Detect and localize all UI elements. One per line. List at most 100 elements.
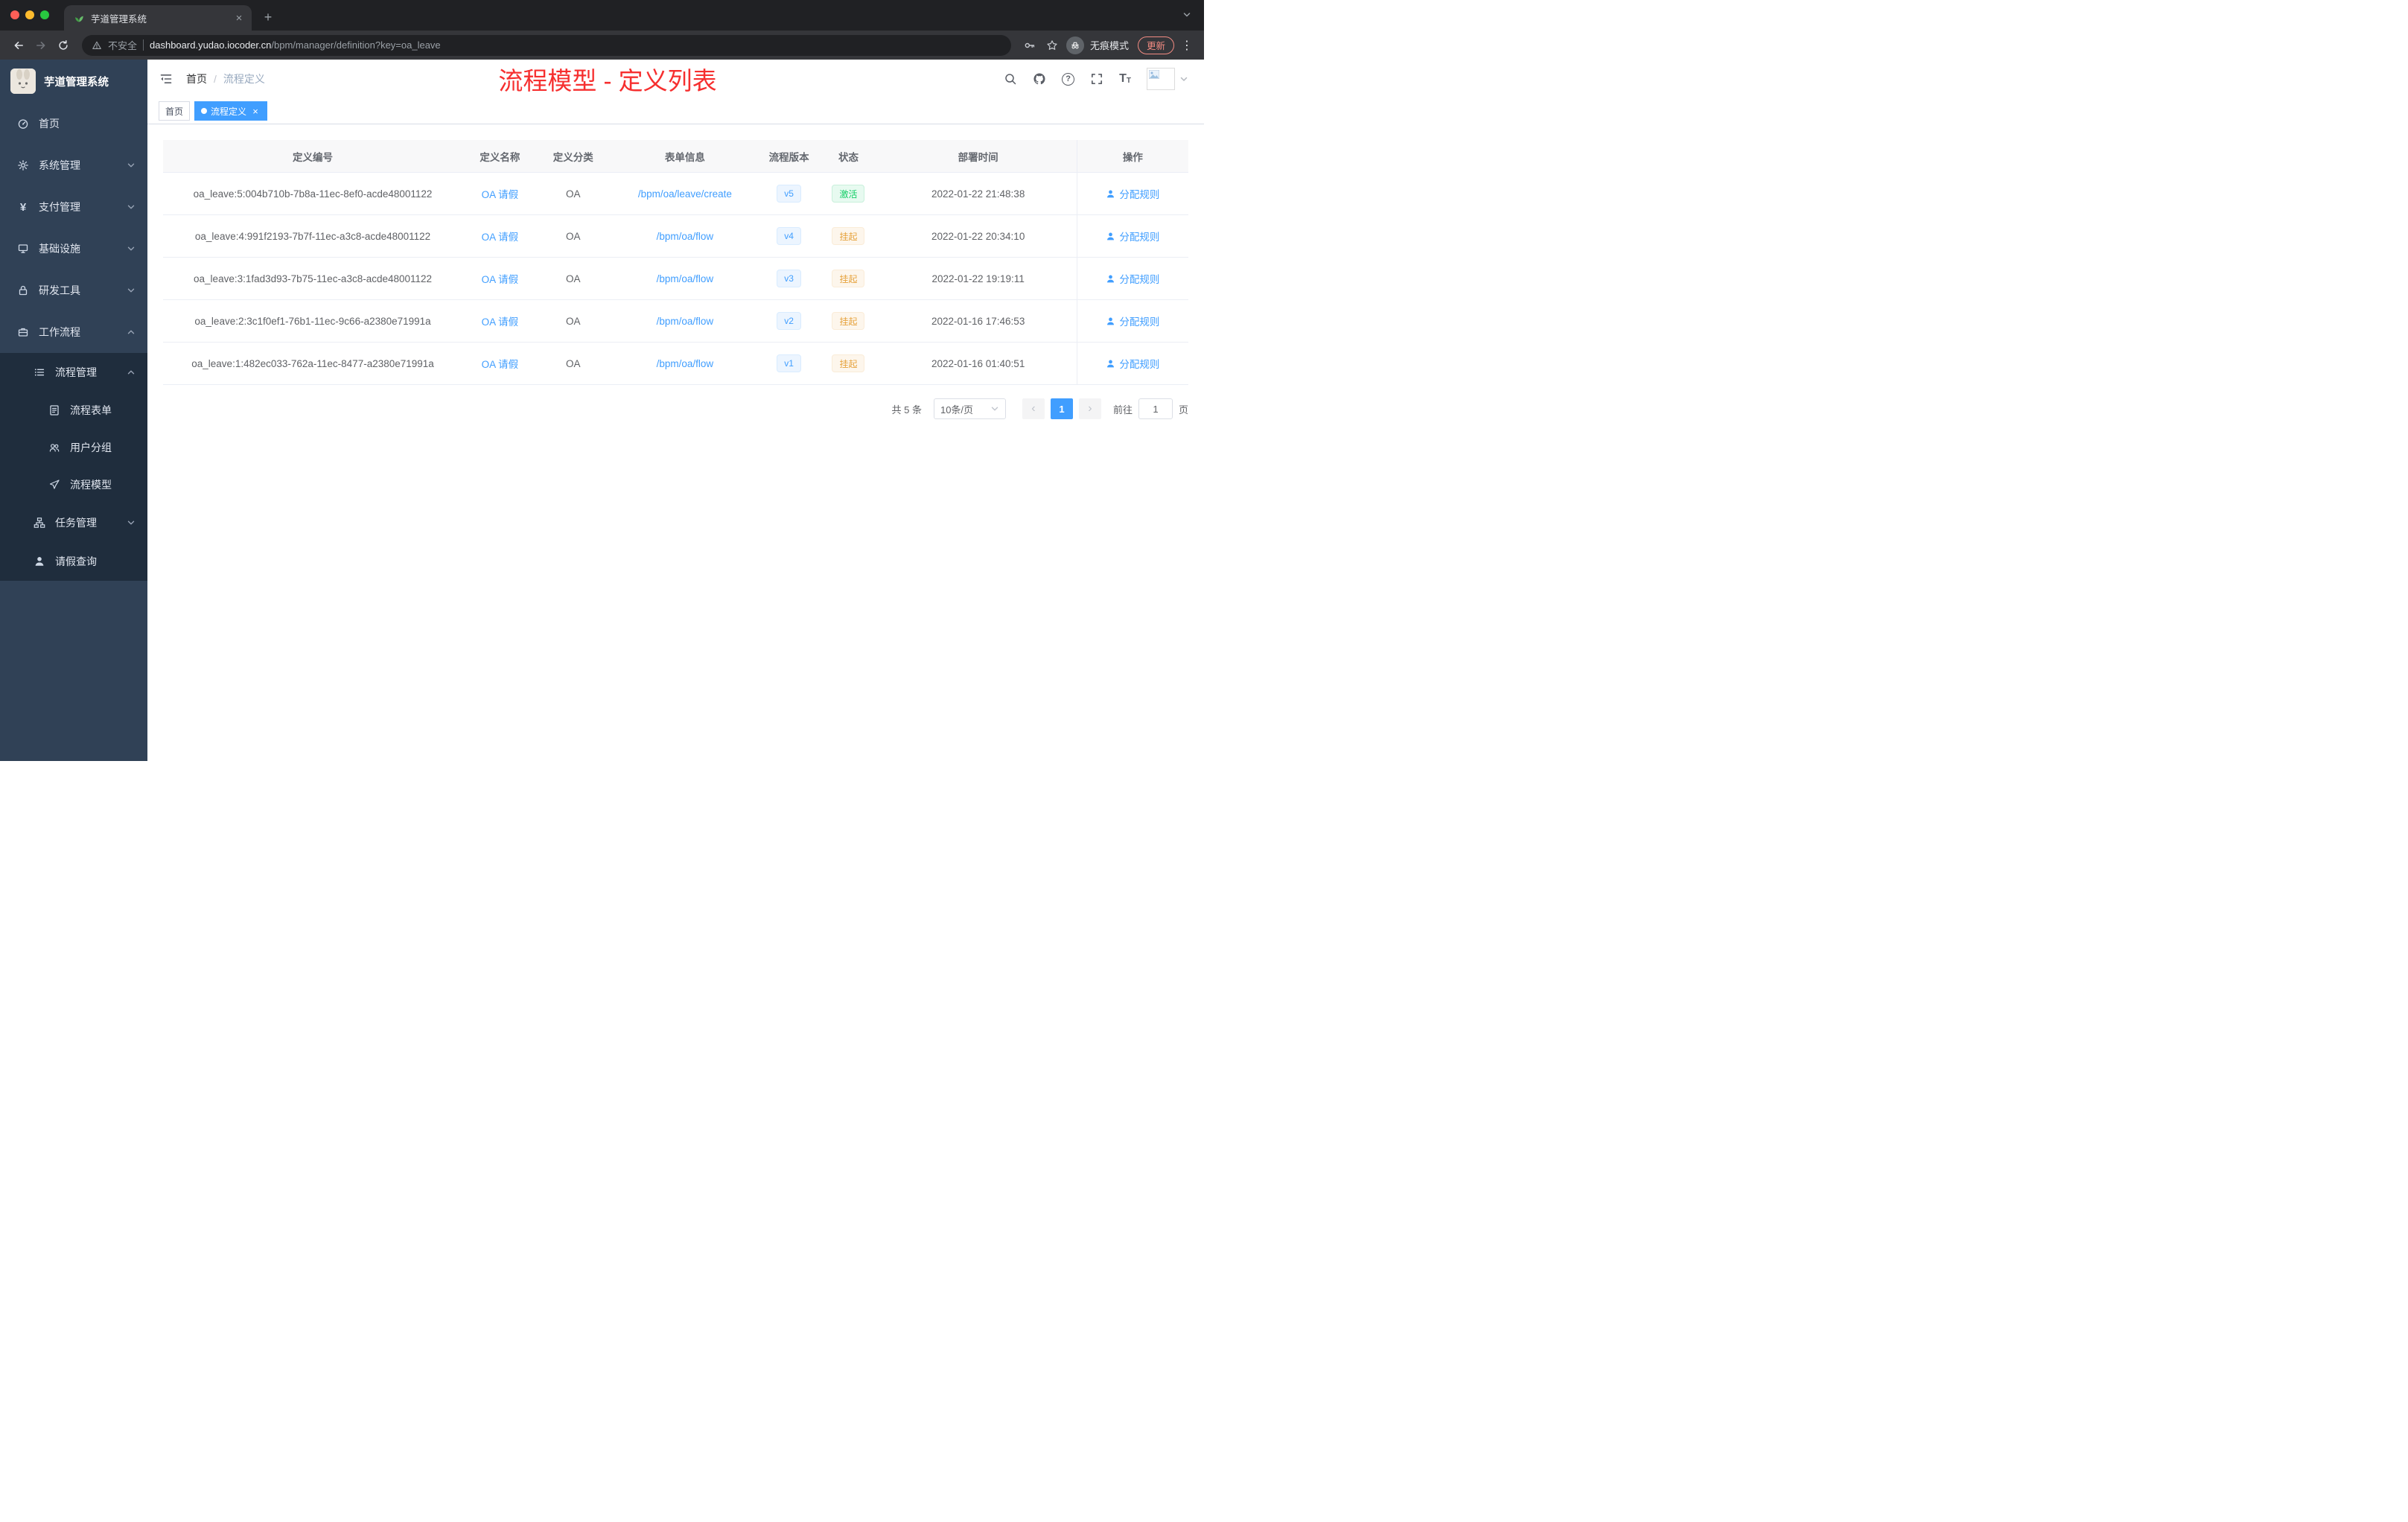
- github-icon[interactable]: [1033, 72, 1046, 86]
- goto-label: 前往: [1112, 404, 1133, 415]
- assign-rule-button[interactable]: 分配规则: [1106, 186, 1159, 201]
- chevron-up-icon: [127, 330, 135, 334]
- definition-category: OA: [566, 273, 581, 284]
- form-link[interactable]: /bpm/oa/leave/create: [638, 188, 732, 200]
- sidebar-item-payment[interactable]: ¥ 支付管理: [0, 186, 147, 228]
- current-page-button[interactable]: 1: [1050, 398, 1073, 419]
- not-secure-warning-icon: [92, 41, 101, 49]
- form-link[interactable]: /bpm/oa/flow: [657, 358, 714, 369]
- assign-rule-button[interactable]: 分配规则: [1106, 313, 1159, 328]
- tab-close-icon[interactable]: ×: [232, 11, 246, 25]
- sidebar: 芋道管理系统 首页 系统管理 ¥ 支付管理 基础设施 研发工具 工作流程 流程管…: [0, 60, 147, 761]
- omnibox-divider: [143, 39, 144, 51]
- user-icon: [1107, 190, 1115, 197]
- favicon-seedling-icon: [75, 16, 83, 22]
- address-bar[interactable]: 不安全 dashboard.yudao.iocoder.cn/bpm/manag…: [82, 34, 1011, 56]
- assign-rule-button[interactable]: 分配规则: [1106, 271, 1159, 286]
- prev-page-button[interactable]: ‹: [1022, 398, 1045, 419]
- sidebar-item-workflow[interactable]: 工作流程: [0, 311, 147, 353]
- password-key-icon[interactable]: [1019, 34, 1041, 57]
- sidebar-item-process-model[interactable]: 流程模型: [0, 466, 147, 503]
- incognito-icon: [1066, 36, 1084, 54]
- sidebar-item-home[interactable]: 首页: [0, 103, 147, 144]
- browser-chrome: 芋道管理系统 × + 不安全 dashboard.yudao.iocoder.c…: [0, 0, 1204, 60]
- definition-id: oa_leave:5:004b710b-7b8a-11ec-8ef0-acde4…: [193, 188, 433, 200]
- definition-name-link[interactable]: OA 请假: [482, 229, 519, 243]
- minimize-window-button[interactable]: [25, 10, 34, 19]
- definition-category: OA: [566, 230, 581, 242]
- sidebar-item-user-group[interactable]: 用户分组: [0, 429, 147, 466]
- status-tag: 挂起: [832, 354, 865, 372]
- definition-name-link[interactable]: OA 请假: [482, 186, 519, 201]
- chevron-down-icon: [127, 163, 135, 168]
- definition-id: oa_leave:1:482ec033-762a-11ec-8477-a2380…: [191, 357, 434, 369]
- next-page-button[interactable]: ›: [1078, 398, 1101, 419]
- tag-home[interactable]: 首页: [159, 101, 191, 121]
- breadcrumb: 首页 / 流程定义: [186, 71, 265, 86]
- sidebar-item-devtools[interactable]: 研发工具: [0, 270, 147, 311]
- definition-name-link[interactable]: OA 请假: [482, 356, 519, 371]
- breadcrumb-home[interactable]: 首页: [186, 71, 207, 86]
- chevron-down-icon: [127, 205, 135, 209]
- column-header-actions: 操作: [1076, 140, 1188, 172]
- active-tag-dot: [201, 108, 208, 114]
- column-header-category: 定义分类: [552, 151, 593, 163]
- hamburger-icon[interactable]: [159, 72, 173, 86]
- security-label[interactable]: 不安全: [108, 38, 137, 52]
- close-window-button[interactable]: [10, 10, 19, 19]
- table-row: oa_leave:4:991f2193-7b7f-11ec-a3c8-acde4…: [163, 215, 1188, 258]
- chevron-down-icon: [127, 246, 135, 251]
- app-title: 芋道管理系统: [44, 76, 109, 89]
- browser-update-button[interactable]: 更新: [1137, 36, 1174, 54]
- form-link[interactable]: /bpm/oa/flow: [657, 231, 714, 242]
- new-tab-button[interactable]: +: [258, 7, 278, 28]
- incognito-indicator: 无痕模式: [1066, 36, 1129, 54]
- top-navbar: 首页 / 流程定义 流程模型 - 定义列表 ? TT: [147, 60, 1204, 98]
- user-icon: [34, 555, 45, 567]
- breadcrumb-current: 流程定义: [223, 73, 265, 85]
- definition-name-link[interactable]: OA 请假: [482, 271, 519, 286]
- app-logo-row: 芋道管理系统: [0, 60, 147, 103]
- tag-process-definition[interactable]: 流程定义 ×: [194, 101, 268, 121]
- sidebar-item-infrastructure[interactable]: 基础设施: [0, 228, 147, 270]
- sidebar-item-task-management[interactable]: 任务管理: [0, 503, 147, 542]
- user-avatar-menu[interactable]: [1147, 68, 1189, 90]
- user-icon: [1107, 360, 1115, 367]
- help-icon[interactable]: ?: [1062, 72, 1075, 86]
- search-icon[interactable]: [1004, 72, 1017, 86]
- sidebar-item-system[interactable]: 系统管理: [0, 144, 147, 186]
- bookmark-star-icon[interactable]: [1041, 34, 1063, 57]
- zoom-window-button[interactable]: [40, 10, 49, 19]
- back-button[interactable]: [7, 34, 30, 57]
- table-row: oa_leave:3:1fad3d93-7b75-11ec-a3c8-acde4…: [163, 258, 1188, 300]
- sidebar-item-process-form[interactable]: 流程表单: [0, 392, 147, 429]
- sidebar-item-process-management[interactable]: 流程管理: [0, 353, 147, 392]
- column-header-name: 定义名称: [480, 151, 520, 163]
- browser-menu-icon[interactable]: ⋮: [1177, 38, 1197, 53]
- reload-button[interactable]: [52, 34, 74, 57]
- form-link[interactable]: /bpm/oa/flow: [657, 273, 714, 284]
- form-link[interactable]: /bpm/oa/flow: [657, 316, 714, 327]
- tag-close-icon[interactable]: ×: [250, 106, 261, 117]
- definition-category: OA: [566, 188, 581, 200]
- server-icon: [17, 243, 29, 255]
- font-size-icon[interactable]: TT: [1119, 73, 1131, 85]
- page-size-select[interactable]: 10条/页: [933, 398, 1006, 419]
- tab-search-chevron-icon[interactable]: [1182, 10, 1192, 20]
- sidebar-item-leave-query[interactable]: 请假查询: [0, 542, 147, 581]
- user-icon: [1107, 232, 1115, 240]
- chevron-down-icon: [991, 407, 998, 411]
- browser-tab[interactable]: 芋道管理系统 ×: [64, 5, 252, 31]
- breadcrumb-separator: /: [214, 73, 217, 85]
- fullscreen-icon[interactable]: [1090, 72, 1103, 86]
- definition-name-link[interactable]: OA 请假: [482, 313, 519, 328]
- user-icon: [1107, 275, 1115, 282]
- users-icon: [48, 442, 60, 453]
- goto-page-input[interactable]: [1138, 398, 1173, 419]
- deploy-time: 2022-01-16 17:46:53: [931, 315, 1025, 327]
- deploy-time: 2022-01-16 01:40:51: [931, 357, 1025, 369]
- assign-rule-button[interactable]: 分配规则: [1106, 229, 1159, 243]
- forward-button[interactable]: [30, 34, 52, 57]
- tags-view-bar: 首页 流程定义 ×: [147, 98, 1204, 124]
- assign-rule-button[interactable]: 分配规则: [1106, 356, 1159, 371]
